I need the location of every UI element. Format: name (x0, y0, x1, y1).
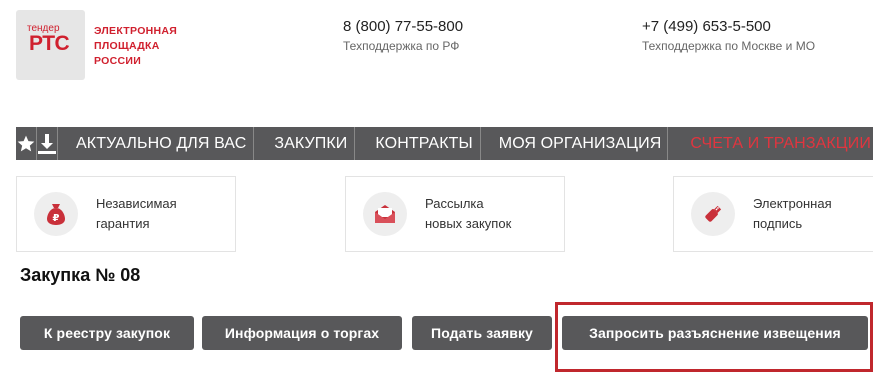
page-title: Закупка № 08 (20, 265, 141, 285)
logo-brand-text: РТС (29, 32, 70, 55)
nav-item-contracts[interactable]: КОНТРАКТЫ (355, 127, 481, 160)
logo-caption: ЭЛЕКТРОННАЯ ПЛОЩАДКА РОССИИ (94, 24, 177, 69)
phone-number[interactable]: 8 (800) 77-55-800 (343, 18, 463, 35)
promo-label-line: Рассылка (425, 196, 484, 211)
promo-label-line: Электронная (753, 196, 832, 211)
envelope-icon (363, 192, 407, 236)
svg-text:₽: ₽ (53, 213, 60, 224)
money-bag-icon: ₽ (34, 192, 78, 236)
phone-label: Техподдержка по РФ (343, 39, 460, 53)
logo-caption-line: ЭЛЕКТРОННАЯ (94, 25, 178, 37)
promo-label-line: подпись (753, 216, 803, 231)
promo-guarantee[interactable]: ₽ Независимая гарантия (16, 176, 236, 252)
contact-moscow: +7 (499) 653-5-500 Техподдержка по Москв… (642, 18, 815, 53)
highlight-frame (555, 302, 873, 372)
purchase-registry-button[interactable]: К реестру закупок (20, 316, 194, 350)
promo-label-line: гарантия (96, 216, 150, 231)
promo-signature[interactable]: Электронная подпись (673, 176, 873, 252)
logo-caption-line: РОССИИ (94, 55, 142, 67)
logo[interactable]: тендер РТС (16, 10, 85, 80)
promo-label-line: новых закупок (425, 216, 512, 231)
promo-label: Независимая гарантия (96, 194, 177, 234)
usb-key-icon (691, 192, 735, 236)
submit-application-button[interactable]: Подать заявку (412, 316, 552, 350)
phone-label: Техподдержка по Москве и МО (642, 39, 816, 53)
nav-item-my-organization[interactable]: МОЯ ОРГАНИЗАЦИЯ (481, 127, 669, 160)
star-icon[interactable] (16, 127, 37, 160)
nav-item-relevant[interactable]: АКТУАЛЬНО ДЛЯ ВАС (58, 127, 255, 160)
phone-number[interactable]: +7 (499) 653-5-500 (642, 18, 815, 35)
main-nav: АКТУАЛЬНО ДЛЯ ВАС ЗАКУПКИ КОНТРАКТЫ МОЯ … (16, 127, 873, 160)
promo-label-line: Независимая (96, 196, 177, 211)
download-icon[interactable] (37, 127, 58, 160)
nav-item-purchases[interactable]: ЗАКУПКИ (254, 127, 356, 160)
logo-caption-line: ПЛОЩАДКА (94, 40, 160, 52)
promo-newsletter[interactable]: Рассылка новых закупок (345, 176, 565, 252)
auction-info-button[interactable]: Информация о торгах (202, 316, 402, 350)
contact-rf: 8 (800) 77-55-800 Техподдержка по РФ (343, 18, 463, 53)
promo-label: Электронная подпись (753, 194, 832, 234)
nav-item-accounts[interactable]: СЧЕТА И ТРАНЗАКЦИИ (668, 127, 873, 160)
promo-label: Рассылка новых закупок (425, 194, 511, 234)
